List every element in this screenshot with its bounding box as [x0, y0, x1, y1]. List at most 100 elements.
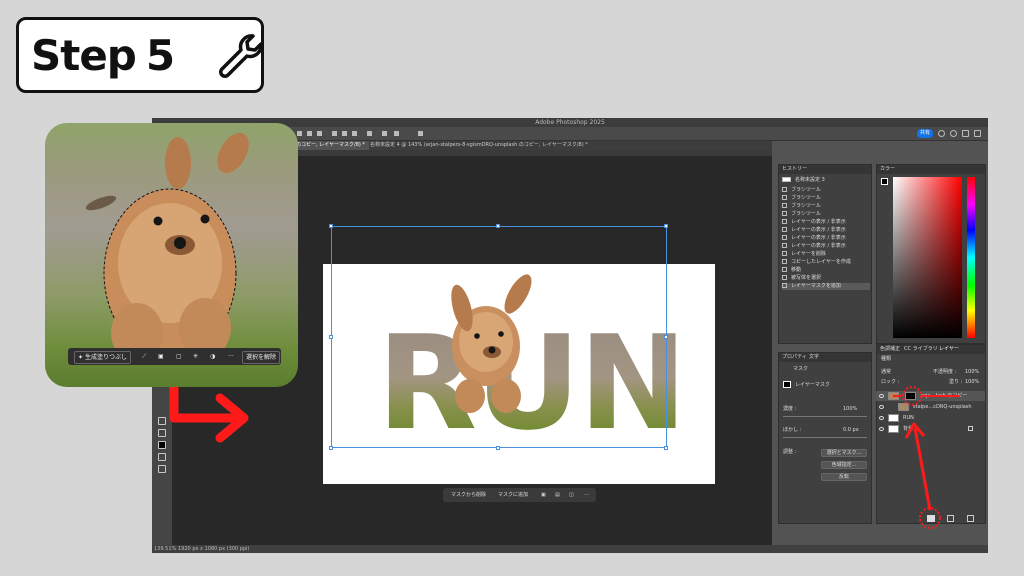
- hue-slider[interactable]: [967, 177, 975, 338]
- share-button[interactable]: 共有: [917, 129, 933, 138]
- select-and-mask-button[interactable]: 選択とマスク...: [821, 449, 867, 457]
- layer-icon: [782, 251, 787, 256]
- history-item[interactable]: 移動: [782, 267, 801, 274]
- feather-slider[interactable]: [783, 437, 867, 438]
- transform-handle-tl[interactable]: [329, 224, 333, 228]
- layer-mask-thumbnail[interactable]: [905, 392, 916, 400]
- more-options-button[interactable]: ···: [228, 348, 234, 365]
- distribute-icon[interactable]: [367, 131, 372, 136]
- brush-icon[interactable]: ⟋: [142, 348, 146, 365]
- subtract-from-mask-button[interactable]: マスクから削除: [451, 488, 486, 502]
- square-icon[interactable]: ▢: [176, 348, 182, 365]
- mask-icon[interactable]: ▣: [158, 348, 164, 365]
- distribute-h-icon[interactable]: [382, 131, 387, 136]
- transform-handle-bl[interactable]: [329, 446, 333, 450]
- align-center-icon[interactable]: [307, 131, 312, 136]
- foreground-swatch[interactable]: [881, 178, 888, 185]
- history-item[interactable]: ブラシツール: [782, 203, 821, 210]
- generative-fill-button[interactable]: ✦ 生成塗りつぶし: [74, 351, 131, 364]
- help-icon[interactable]: [938, 130, 945, 137]
- refine-icon[interactable]: ✳: [193, 348, 198, 365]
- foreground-color-swatch[interactable]: [158, 441, 166, 449]
- search-icon[interactable]: [950, 130, 957, 137]
- mask-invert-icon[interactable]: ◫: [569, 488, 574, 502]
- visibility-eye-icon[interactable]: [879, 394, 884, 398]
- history-item-selected[interactable]: レイヤーマスクを追加: [782, 283, 870, 290]
- new-layer-icon[interactable]: [947, 515, 954, 522]
- quick-mask-icon[interactable]: [158, 453, 166, 461]
- color-panel-title: カラー: [880, 166, 896, 172]
- tab-document-1[interactable]: のコピー, レイヤーマスク/8) *: [292, 141, 369, 150]
- add-mask-icon[interactable]: [927, 515, 935, 522]
- opacity-value[interactable]: 100%: [965, 369, 979, 376]
- history-item[interactable]: レイヤーの表示 / 非表示: [782, 219, 846, 226]
- lock-icon[interactable]: [968, 426, 973, 431]
- history-item[interactable]: ブラシツール: [782, 187, 821, 194]
- history-item[interactable]: レイヤーの表示 / 非表示: [782, 243, 846, 250]
- color-picker-field[interactable]: [893, 177, 962, 338]
- layer-row-background[interactable]: 背景: [876, 424, 985, 434]
- more-options-icon[interactable]: [394, 131, 399, 136]
- history-panel-title: ヒストリー: [782, 166, 808, 172]
- layer-mask-thumbnail[interactable]: [783, 381, 791, 388]
- panel-toggle-icon[interactable]: [974, 130, 981, 137]
- marquee-tool-icon[interactable]: [158, 429, 166, 437]
- align-right-icon[interactable]: [317, 131, 322, 136]
- layer-row-dog-copy[interactable]: arja…lash のコピー: [876, 391, 985, 401]
- workspace-icon[interactable]: [962, 130, 969, 137]
- mask-option-icon[interactable]: ▣: [541, 488, 546, 502]
- history-item[interactable]: レイヤーの表示 / 非表示: [782, 227, 846, 234]
- fill-value[interactable]: 100%: [965, 379, 979, 386]
- tab-properties[interactable]: プロパティ: [782, 353, 807, 362]
- density-slider[interactable]: [783, 416, 867, 417]
- layer-row-run[interactable]: RUN: [876, 413, 985, 423]
- zoom-level[interactable]: 139.51%: [154, 545, 176, 553]
- visibility-eye-icon[interactable]: [879, 416, 884, 420]
- layer-icon: [782, 219, 787, 224]
- visibility-eye-icon[interactable]: [879, 405, 884, 409]
- tab-document-2[interactable]: 名称未設定 4 @ 143% (arjan-stalpers-8-sgismDR…: [366, 141, 592, 150]
- history-item[interactable]: レイヤーを削除: [782, 251, 826, 258]
- layers-panel: 色調補正 CC ライブラリ レイヤー 種類 通常 不透明度 : 100% ロック…: [876, 344, 986, 524]
- move-tool-icon[interactable]: [158, 417, 166, 425]
- history-snapshot[interactable]: 名称未設定 3: [782, 177, 825, 184]
- add-to-mask-button[interactable]: マスクに追加: [498, 488, 528, 502]
- blend-mode-select[interactable]: 通常: [881, 369, 891, 376]
- transform-handle-l[interactable]: [329, 335, 333, 339]
- align-top-icon[interactable]: [332, 131, 337, 136]
- history-item[interactable]: ブラシツール: [782, 211, 821, 218]
- layer-filter-kind[interactable]: 種類: [881, 356, 891, 363]
- history-item[interactable]: レイヤーの表示 / 非表示: [782, 235, 846, 242]
- transform-handle-b[interactable]: [496, 446, 500, 450]
- feather-value[interactable]: 0.0 px: [843, 427, 859, 434]
- layer-row-dog[interactable]: stalpe…cDRQ-unsplash: [876, 402, 985, 412]
- density-value[interactable]: 100%: [843, 406, 857, 413]
- tab-adjustments[interactable]: 色調補正: [880, 345, 900, 354]
- brush-icon: [782, 203, 787, 208]
- align-bottom-icon[interactable]: [352, 131, 357, 136]
- transform-bounding-box[interactable]: [331, 226, 667, 448]
- history-item[interactable]: 被写体を選択: [782, 275, 821, 282]
- align-middle-icon[interactable]: [342, 131, 347, 136]
- trash-icon[interactable]: [967, 515, 974, 522]
- invert-button[interactable]: 反転: [821, 473, 867, 481]
- 3d-mode-icon[interactable]: [418, 131, 423, 136]
- transform-handle-br[interactable]: [664, 446, 668, 450]
- more-options-button[interactable]: ···: [584, 488, 589, 502]
- screen-mode-icon[interactable]: [158, 465, 166, 473]
- tab-layers[interactable]: レイヤー: [939, 345, 959, 354]
- history-item[interactable]: ブラシツール: [782, 195, 821, 202]
- deselect-button[interactable]: 選択を解除: [242, 351, 281, 364]
- mask-label: マスク: [793, 366, 809, 372]
- transform-handle-tr[interactable]: [664, 224, 668, 228]
- transform-handle-t[interactable]: [496, 224, 500, 228]
- layer-icon: [782, 235, 787, 240]
- history-item[interactable]: コピーしたレイヤーを作成: [782, 259, 851, 266]
- color-range-button[interactable]: 色域指定...: [821, 461, 867, 469]
- tab-character[interactable]: 文字: [809, 353, 819, 362]
- mask-refine-icon[interactable]: ▤: [555, 488, 560, 502]
- transform-handle-r[interactable]: [664, 335, 668, 339]
- adjust-icon[interactable]: ◑: [210, 348, 215, 365]
- visibility-eye-icon[interactable]: [879, 427, 884, 431]
- tab-cc-libraries[interactable]: CC ライブラリ: [904, 345, 938, 354]
